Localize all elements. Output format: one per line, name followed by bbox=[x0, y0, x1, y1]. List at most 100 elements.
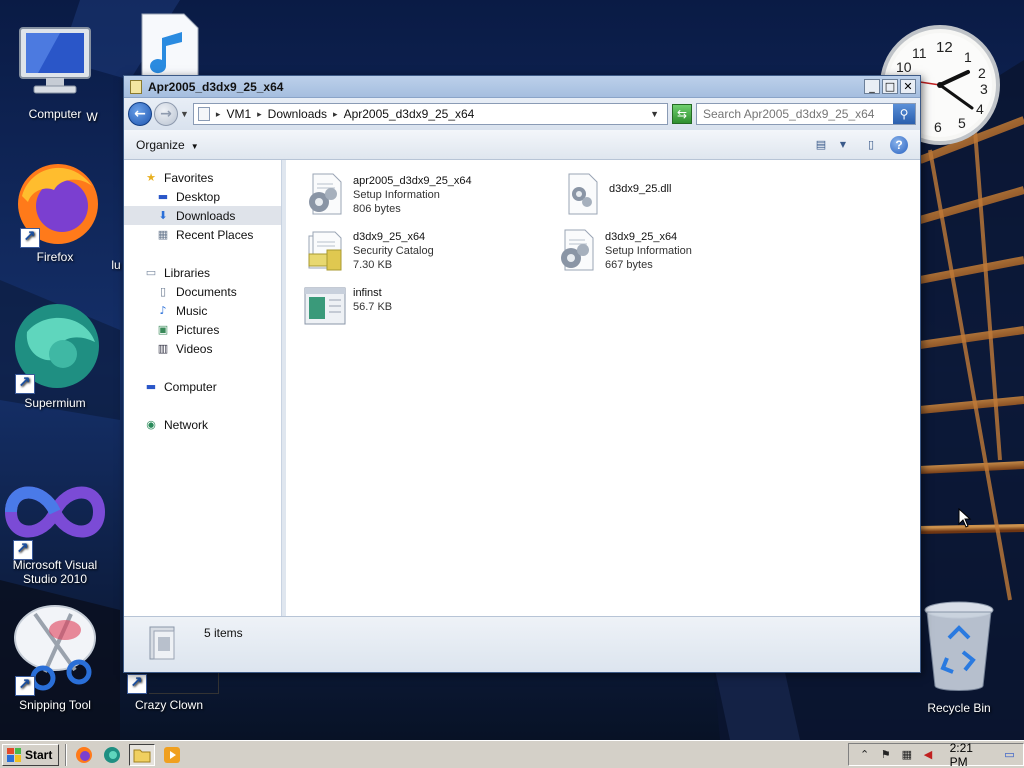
breadcrumb-downloads[interactable]: Downloads bbox=[268, 107, 327, 121]
nav-videos[interactable]: ▥ Videos bbox=[124, 339, 281, 358]
nav-computer[interactable]: ▬ Computer bbox=[124, 377, 281, 396]
nav-libraries[interactable]: ▭ Libraries bbox=[124, 263, 281, 282]
desktop-icon-label: Supermium bbox=[24, 396, 86, 410]
forward-button[interactable]: → bbox=[154, 102, 178, 126]
file-item[interactable]: apr2005_d3dx9_25_x64 Setup Information 8… bbox=[303, 172, 553, 216]
file-item[interactable]: d3dx9_25_x64 Security Catalog 7.30 KB bbox=[303, 228, 553, 272]
details-pane: 5 items bbox=[124, 616, 920, 670]
nav-music[interactable]: ♪ Music bbox=[124, 301, 281, 320]
location-icon bbox=[197, 107, 210, 121]
clock-numeral: 11 bbox=[912, 45, 927, 61]
shortcut-arrow-icon bbox=[15, 675, 35, 696]
executable-icon bbox=[304, 287, 346, 325]
chevron-right-icon[interactable]: ▸ bbox=[257, 109, 262, 120]
clock-numeral: 1 bbox=[964, 49, 972, 65]
file-item[interactable]: d3dx9_25_x64 Setup Information 667 bytes bbox=[555, 228, 805, 272]
firefox-taskbar-icon[interactable] bbox=[73, 744, 95, 766]
security-catalog-icon bbox=[308, 231, 342, 271]
file-type: Setup Information bbox=[353, 189, 440, 201]
nav-favorites[interactable]: ★ Favorites bbox=[124, 168, 281, 187]
chevron-right-icon[interactable]: ▸ bbox=[216, 109, 221, 120]
clock-numeral: 2 bbox=[978, 65, 986, 81]
breadcrumb-vm1[interactable]: VM1 bbox=[226, 107, 251, 121]
maximize-button[interactable]: □ bbox=[882, 79, 898, 94]
show-desktop-icon[interactable]: ▭ bbox=[1002, 747, 1017, 763]
close-button[interactable]: ✕ bbox=[900, 79, 916, 94]
clock-numeral: 6 bbox=[934, 119, 942, 135]
nav-desktop[interactable]: ▬ Desktop bbox=[124, 187, 281, 206]
supermium-taskbar-icon[interactable] bbox=[101, 744, 123, 766]
chevron-up-icon[interactable]: ⌃ bbox=[857, 747, 872, 763]
explorer-window: Apr2005_d3dx9_25_x64 _ □ ✕ ← → ▼ ▸ VM1 ▸… bbox=[123, 75, 921, 673]
desktop-icon-crazy-clown[interactable]: Crazy Clown bbox=[114, 672, 224, 712]
address-bar[interactable]: ▸ VM1 ▸ Downloads ▸ Apr2005_d3dx9_25_x64… bbox=[192, 103, 668, 125]
views-dropdown-icon[interactable]: ▼ bbox=[834, 137, 852, 153]
file-item[interactable]: d3dx9_25.dll bbox=[559, 172, 809, 216]
downloads-folder-icon: ⬇ bbox=[158, 209, 168, 222]
computer-icon: ▬ bbox=[145, 380, 157, 393]
nav-documents[interactable]: ▯ Documents bbox=[124, 282, 281, 301]
chevron-down-icon: ▼ bbox=[190, 141, 199, 151]
clock-numeral: 4 bbox=[976, 101, 984, 117]
desktop-icon-label: Crazy Clown bbox=[134, 698, 203, 712]
desktop-icon-visual-studio[interactable]: Microsoft Visual Studio 2010 bbox=[0, 476, 110, 586]
recent-pages-dropdown[interactable]: ▼ bbox=[180, 109, 189, 119]
file-name: d3dx9_25_x64 bbox=[353, 231, 426, 243]
command-bar: Organize ▼ ▤ ▼ ▯ ? bbox=[124, 130, 920, 160]
desktop-icon-firefox[interactable]: Firefox bbox=[0, 156, 110, 264]
file-item[interactable]: infinst 56.7 KB bbox=[303, 284, 553, 328]
file-type: Setup Information bbox=[605, 245, 692, 257]
refresh-button[interactable]: ⇆ bbox=[672, 104, 692, 124]
desktop-icon: ▬ bbox=[157, 190, 169, 203]
media-player-taskbar-icon[interactable] bbox=[161, 744, 183, 766]
file-name: d3dx9_25_x64 bbox=[605, 231, 678, 243]
breadcrumb-current[interactable]: Apr2005_d3dx9_25_x64 bbox=[344, 107, 475, 121]
search-input[interactable] bbox=[697, 104, 893, 124]
nav-pictures[interactable]: ▣ Pictures bbox=[124, 320, 281, 339]
shortcut-arrow-icon bbox=[13, 539, 33, 560]
address-dropdown[interactable]: ▼ bbox=[650, 109, 659, 119]
pictures-icon: ▣ bbox=[157, 323, 169, 336]
window-title: Apr2005_d3dx9_25_x64 bbox=[148, 79, 284, 94]
network-tray-icon[interactable]: ▦ bbox=[899, 747, 914, 763]
nav-downloads[interactable]: ⬇ Downloads bbox=[124, 206, 281, 225]
shortcut-arrow-icon bbox=[20, 227, 40, 248]
clock-time[interactable]: 2:21 PM bbox=[950, 741, 992, 768]
file-size: 7.30 KB bbox=[353, 259, 393, 271]
setup-info-icon bbox=[309, 173, 342, 215]
search-icon[interactable]: ⚲ bbox=[893, 104, 915, 124]
preview-pane-icon[interactable]: ▯ bbox=[862, 137, 880, 153]
flag-icon[interactable]: ⚑ bbox=[878, 747, 893, 763]
start-button[interactable]: Start bbox=[2, 743, 60, 766]
minimize-button[interactable]: _ bbox=[864, 79, 880, 94]
volume-muted-icon[interactable]: ◀ bbox=[920, 747, 935, 763]
shortcut-icon bbox=[127, 673, 147, 694]
clock-numeral: 5 bbox=[958, 115, 966, 131]
taskbar: Start ⌃ ⚑ ▦ ◀ 2:21 PM ▭ bbox=[0, 740, 1024, 768]
desktop-icon-snipping-tool[interactable]: Snipping Tool bbox=[0, 600, 110, 712]
help-icon[interactable]: ? bbox=[890, 135, 908, 154]
views-icon[interactable]: ▤ bbox=[812, 137, 830, 153]
nav-network[interactable]: ◉ Network bbox=[124, 415, 281, 434]
explorer-taskbar-button[interactable] bbox=[129, 743, 156, 766]
documents-icon: ▯ bbox=[159, 285, 167, 298]
search-box: ⚲ bbox=[696, 103, 916, 125]
desktop-icon-supermium[interactable]: Supermium bbox=[0, 302, 110, 410]
setup-info-icon bbox=[561, 229, 594, 271]
file-size: 56.7 KB bbox=[353, 301, 393, 313]
desktop-icon-label: Microsoft Visual Studio 2010 bbox=[12, 558, 98, 586]
libraries-icon: ▭ bbox=[145, 266, 157, 279]
desktop-icon-label: Snipping Tool bbox=[19, 698, 91, 712]
chevron-right-icon[interactable]: ▸ bbox=[333, 109, 338, 120]
navigation-bar: ← → ▼ ▸ VM1 ▸ Downloads ▸ Apr2005_d3dx9_… bbox=[124, 98, 920, 130]
back-button[interactable]: ← bbox=[128, 102, 152, 126]
star-icon: ★ bbox=[146, 171, 156, 184]
system-tray: ⌃ ⚑ ▦ ◀ 2:21 PM ▭ bbox=[848, 741, 1024, 768]
file-name: d3dx9_25.dll bbox=[609, 183, 672, 195]
organize-button[interactable]: Organize ▼ bbox=[136, 138, 199, 152]
nav-recent-places[interactable]: ▦ Recent Places bbox=[124, 225, 281, 244]
title-bar[interactable]: Apr2005_d3dx9_25_x64 _ □ ✕ bbox=[124, 76, 920, 98]
desktop-icon-label: Firefox bbox=[36, 250, 74, 264]
file-name: infinst bbox=[353, 287, 382, 299]
dll-gear-icon bbox=[568, 173, 598, 215]
